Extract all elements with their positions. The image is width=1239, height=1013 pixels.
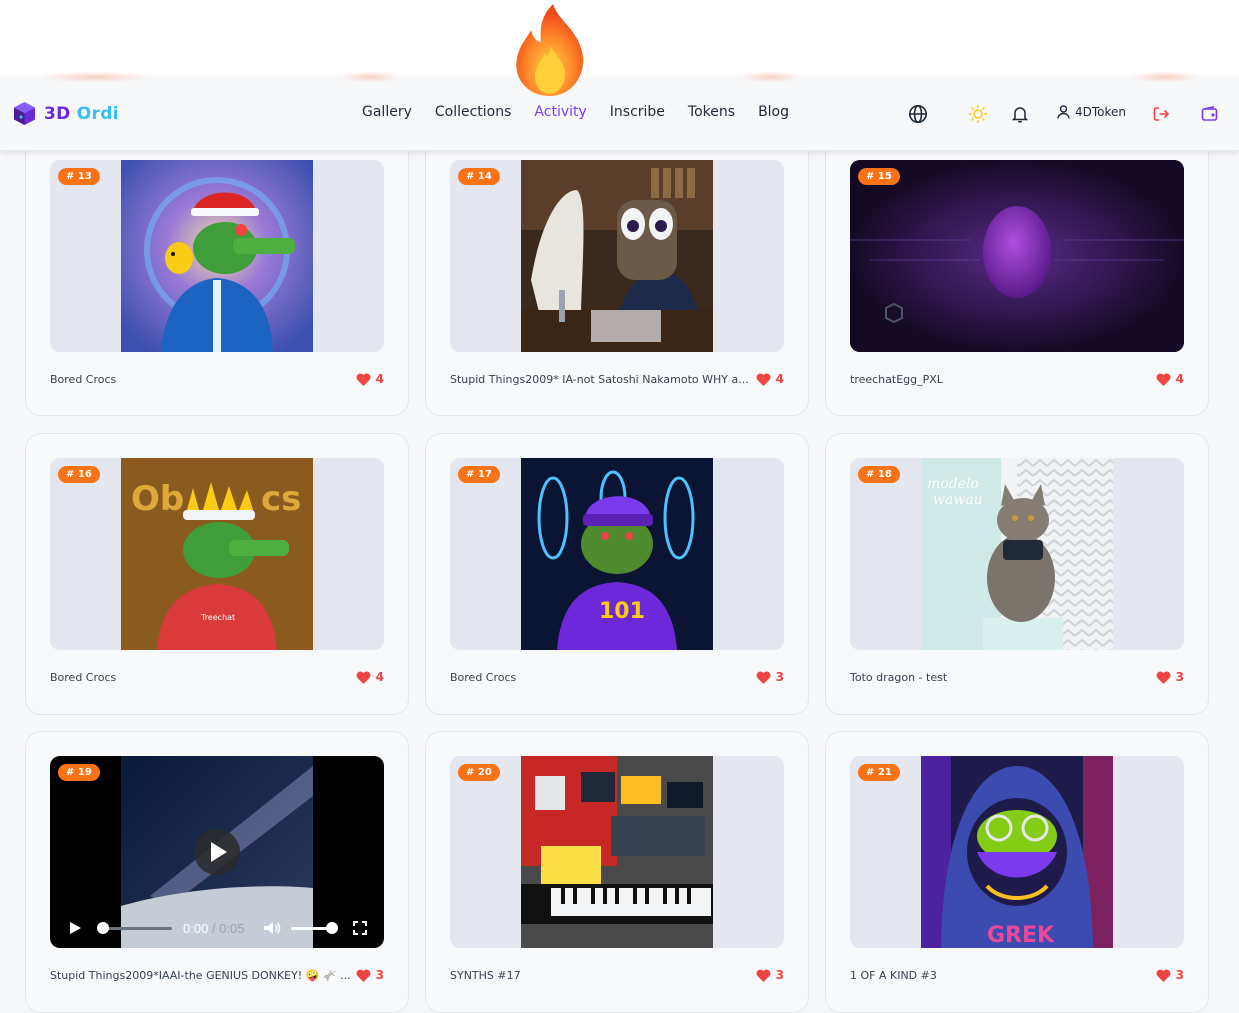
inscription-badge: # 13: [58, 168, 100, 185]
video-progress-handle[interactable]: [97, 922, 109, 934]
heart-icon: [356, 969, 371, 982]
svg-text:cs: cs: [261, 479, 301, 519]
inscription-badge: # 17: [458, 466, 500, 483]
nft-media[interactable]: # 18 modelo wawau: [850, 458, 1184, 650]
like-count[interactable]: 3: [756, 670, 784, 684]
nav-activity[interactable]: Activity: [534, 104, 586, 120]
nft-image: [850, 160, 1184, 352]
bell-icon[interactable]: [1009, 103, 1031, 125]
nft-media[interactable]: # 15: [850, 160, 1184, 352]
nft-image: [521, 756, 713, 948]
nft-title: Stupid Things2009*IAAI-the GENIUS DONKEY…: [50, 969, 351, 982]
brand-name: 3D Ordi: [44, 103, 119, 124]
nft-title: Bored Crocs: [450, 671, 517, 684]
nft-title: Bored Crocs: [50, 373, 117, 386]
nft-card[interactable]: # 14 Stupid Things2009* IA-not Satoshi N…: [425, 134, 809, 416]
nft-title: 1 OF A KIND #3: [850, 969, 937, 982]
heart-icon: [1156, 373, 1171, 386]
svg-text:Ob: Ob: [131, 479, 184, 519]
inscription-badge: # 18: [858, 466, 900, 483]
user-icon: [1057, 105, 1070, 119]
fire-emoji-icon: [516, 4, 584, 96]
nft-title: treechatEgg_PXL: [850, 373, 943, 386]
inscription-badge: # 19: [58, 764, 100, 781]
nft-image: modelo wawau: [921, 458, 1113, 650]
svg-text:modelo: modelo: [927, 476, 979, 492]
inscription-badge: # 14: [458, 168, 500, 185]
like-count[interactable]: 3: [756, 968, 784, 982]
nav-inscribe[interactable]: Inscribe: [610, 104, 665, 120]
nft-title: Toto dragon - test: [850, 671, 948, 684]
nft-image: [121, 160, 313, 352]
like-count[interactable]: 4: [756, 372, 784, 386]
video-time: 0:00 / 0:05: [183, 921, 245, 936]
wallet-icon[interactable]: [1198, 103, 1220, 125]
nft-card[interactable]: # 15 treechatEgg_PXL 4: [825, 134, 1209, 416]
main-nav: Gallery Collections Activity Inscribe To…: [362, 104, 812, 120]
nav-gallery[interactable]: Gallery: [362, 104, 412, 120]
svg-text:Treechat: Treechat: [200, 613, 235, 622]
video-player[interactable]: # 19 0:00 / 0:05: [50, 756, 384, 948]
like-count[interactable]: 3: [356, 968, 384, 982]
nft-media[interactable]: # 16 Ob cs Treechat: [50, 458, 384, 650]
nft-media[interactable]: # 13: [50, 160, 384, 352]
user-account[interactable]: 4DToken: [1057, 105, 1126, 119]
inscription-badge: # 20: [458, 764, 500, 781]
nft-title: SYNTHS #17: [450, 969, 521, 982]
nft-card[interactable]: # 19 0:00 / 0:05 Stupid Things2009*IAAI-…: [25, 731, 409, 1013]
like-count[interactable]: 3: [1156, 968, 1184, 982]
top-banner-area: [0, 0, 1239, 77]
nft-media[interactable]: # 14: [450, 160, 784, 352]
like-count[interactable]: 3: [1156, 670, 1184, 684]
video-progress-bar[interactable]: [102, 927, 172, 930]
nav-blog[interactable]: Blog: [758, 104, 789, 120]
nav-tokens[interactable]: Tokens: [688, 104, 735, 120]
fullscreen-icon[interactable]: [353, 921, 367, 935]
svg-text:101: 101: [599, 599, 645, 624]
play-icon[interactable]: [68, 921, 82, 935]
nft-card[interactable]: # 13 Bored Crocs 4: [25, 134, 409, 416]
svg-text:wawau: wawau: [933, 492, 983, 508]
heart-icon: [356, 373, 371, 386]
nft-media[interactable]: # 17 101: [450, 458, 784, 650]
nft-image: 101: [521, 458, 713, 650]
nft-image: [521, 160, 713, 352]
inscription-badge: # 16: [58, 466, 100, 483]
nft-card[interactable]: # 18 modelo wawau Toto dragon - test 3: [825, 433, 1209, 715]
nav-collections[interactable]: Collections: [435, 104, 512, 120]
nft-media[interactable]: # 20: [450, 756, 784, 948]
nft-card[interactable]: # 17 101 Bored Crocs 3: [425, 433, 809, 715]
brand-logo[interactable]: 3D Ordi: [12, 101, 119, 126]
top-navigation-bar: 3D Ordi Gallery Collections Activity Ins…: [0, 71, 1239, 151]
volume-handle[interactable]: [326, 922, 338, 934]
nft-card[interactable]: # 16 Ob cs Treechat Bored Crocs 4: [25, 433, 409, 715]
nft-card[interactable]: # 21 GREK 1 OF A KIND #3 3: [825, 731, 1209, 1013]
nft-image: Ob cs Treechat: [121, 458, 313, 650]
nft-card[interactable]: # 20 SYNTHS #17 3: [425, 731, 809, 1013]
volume-icon[interactable]: [263, 921, 281, 935]
inscription-badge: # 15: [858, 168, 900, 185]
nft-media[interactable]: # 21 GREK: [850, 756, 1184, 948]
heart-icon: [356, 671, 371, 684]
nft-image: GREK: [921, 756, 1113, 948]
heart-icon: [1156, 671, 1171, 684]
svg-text:GREK: GREK: [987, 923, 1055, 948]
heart-icon: [756, 373, 771, 386]
heart-icon: [756, 671, 771, 684]
heart-icon: [1156, 969, 1171, 982]
user-name: 4DToken: [1075, 105, 1127, 119]
cube-logo-icon: [14, 102, 35, 125]
inscription-badge: # 21: [858, 764, 900, 781]
logout-icon[interactable]: [1150, 103, 1172, 125]
like-count[interactable]: 4: [356, 670, 384, 684]
like-count[interactable]: 4: [1156, 372, 1184, 386]
globe-icon[interactable]: [907, 103, 929, 125]
like-count[interactable]: 4: [356, 372, 384, 386]
nft-title: Bored Crocs: [50, 671, 117, 684]
nft-title: Stupid Things2009* IA-not Satoshi Nakamo…: [450, 373, 749, 386]
heart-icon: [756, 969, 771, 982]
sun-icon[interactable]: [967, 103, 989, 125]
